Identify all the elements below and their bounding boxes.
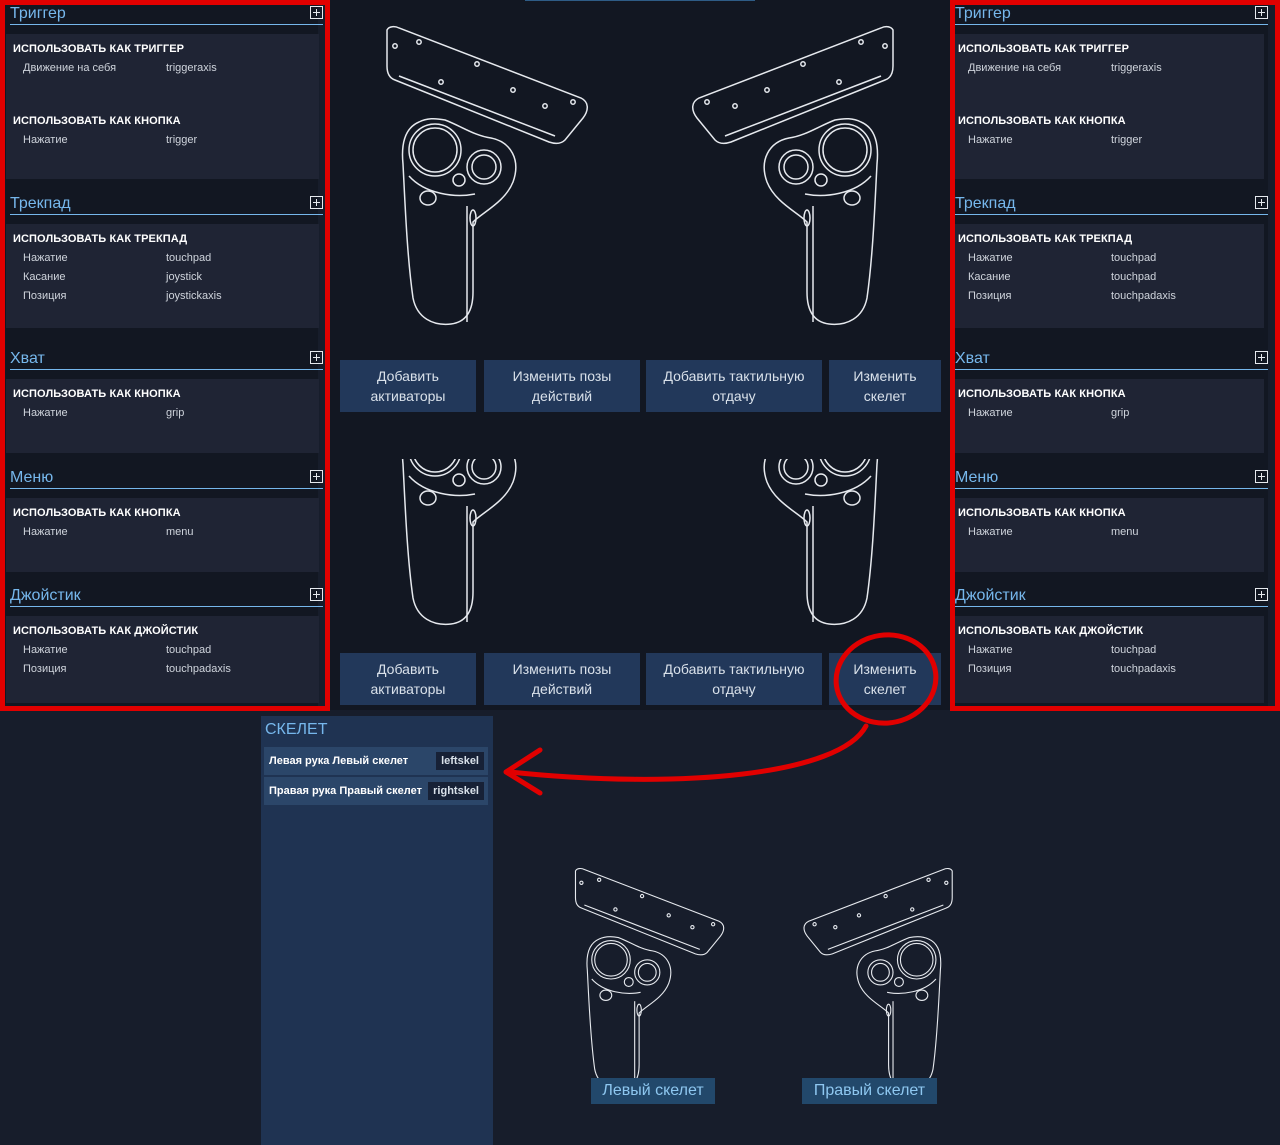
right-controller-icon bbox=[692, 25, 894, 326]
skeleton-row-label: Правая рука Правый скелет bbox=[269, 785, 422, 797]
skeleton-title: СКЕЛЕТ bbox=[265, 721, 328, 738]
skeleton-row-label: Левая рука Левый скелет bbox=[269, 755, 409, 767]
skeleton-row-right[interactable]: Правая рука Правый скелет rightskel bbox=[264, 777, 488, 805]
left-controller-clip bbox=[385, 459, 565, 629]
arrow-line bbox=[507, 723, 869, 782]
edit-action-poses-button-2[interactable]: Изменить позы действий bbox=[484, 653, 640, 705]
highlight-box-left bbox=[0, 0, 330, 711]
left-skeleton-label[interactable]: Левый скелет bbox=[591, 1078, 715, 1104]
add-activators-button[interactable]: Добавить активаторы bbox=[340, 360, 476, 412]
left-controller-icon bbox=[386, 25, 588, 326]
edit-skeleton-button-2[interactable]: Изменить скелет bbox=[829, 653, 941, 705]
add-haptics-button-2[interactable]: Добавить тактильную отдачу bbox=[646, 653, 822, 705]
add-activators-button-2[interactable]: Добавить активаторы bbox=[340, 653, 476, 705]
top-accent-line bbox=[525, 0, 755, 1]
skeleton-row-value[interactable]: rightskel bbox=[428, 782, 484, 800]
left-skeleton-controller-icon bbox=[574, 867, 725, 1090]
highlight-box-right bbox=[950, 0, 1280, 711]
skeleton-panel: СКЕЛЕТ Левая рука Левый скелет leftskel … bbox=[261, 716, 493, 1145]
arrow-head bbox=[503, 747, 543, 796]
left-controller-lower-icon bbox=[401, 459, 517, 626]
right-controller-clip bbox=[740, 459, 920, 629]
edit-skeleton-button[interactable]: Изменить скелет bbox=[829, 360, 941, 412]
add-haptics-button[interactable]: Добавить тактильную отдачу bbox=[646, 360, 822, 412]
right-skeleton-controller-icon bbox=[803, 867, 953, 1090]
right-controller-lower-icon bbox=[763, 459, 879, 626]
skeleton-row-value[interactable]: leftskel bbox=[436, 752, 484, 770]
edit-action-poses-button[interactable]: Изменить позы действий bbox=[484, 360, 640, 412]
right-skeleton-label[interactable]: Правый скелет bbox=[802, 1078, 937, 1104]
skeleton-row-left[interactable]: Левая рука Левый скелет leftskel bbox=[264, 747, 488, 775]
